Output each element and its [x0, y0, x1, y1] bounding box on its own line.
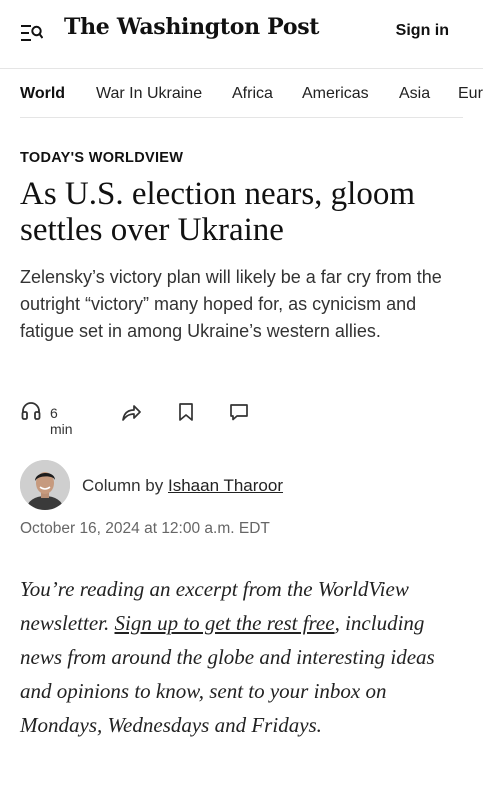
nav-divider: [20, 117, 463, 118]
bookmark-icon: [176, 401, 196, 423]
byline-prefix: Column by: [82, 476, 164, 495]
publish-date: October 16, 2024 at 12:00 a.m. EDT: [20, 520, 270, 537]
section-nav: World War In Ukraine Africa Americas Asi…: [0, 70, 483, 116]
comments-button[interactable]: [228, 401, 250, 423]
listen-duration: 6 min: [50, 405, 73, 437]
menu-search-icon[interactable]: [21, 24, 44, 42]
sign-in-button[interactable]: Sign in: [396, 22, 449, 40]
listen-button[interactable]: 6 min: [20, 400, 73, 437]
nav-item-europe[interactable]: Eur: [458, 85, 483, 103]
nav-item-world[interactable]: World: [20, 85, 65, 103]
article-headline: As U.S. election nears, gloom settles ov…: [20, 176, 416, 248]
article-actions: 6 min: [20, 398, 280, 437]
share-icon: [120, 401, 142, 423]
comment-icon: [228, 401, 250, 423]
byline: Column by Ishaan Tharoor: [20, 460, 460, 516]
save-button[interactable]: [176, 401, 196, 423]
author-avatar[interactable]: [20, 460, 70, 510]
nav-item-americas[interactable]: Americas: [302, 85, 369, 103]
header-divider: [0, 68, 483, 69]
site-logo[interactable]: The Washington Post: [64, 14, 319, 40]
article-deck: Zelensky’s victory plan will likely be a…: [20, 267, 442, 341]
author-link[interactable]: Ishaan Tharoor: [168, 476, 283, 495]
site-header: The Washington Post Sign in: [0, 0, 483, 68]
article-kicker[interactable]: TODAY'S WORLDVIEW: [20, 150, 183, 166]
byline-text: Column by Ishaan Tharoor: [82, 476, 283, 496]
newsletter-signup-link[interactable]: Sign up to get the rest free: [115, 611, 335, 635]
headphones-icon: [20, 400, 42, 422]
nav-item-asia[interactable]: Asia: [399, 85, 430, 103]
nav-item-africa[interactable]: Africa: [232, 85, 273, 103]
newsletter-excerpt: You’re reading an excerpt from the World…: [20, 572, 470, 742]
nav-item-war-in-ukraine[interactable]: War In Ukraine: [96, 85, 202, 103]
share-button[interactable]: [120, 401, 142, 423]
